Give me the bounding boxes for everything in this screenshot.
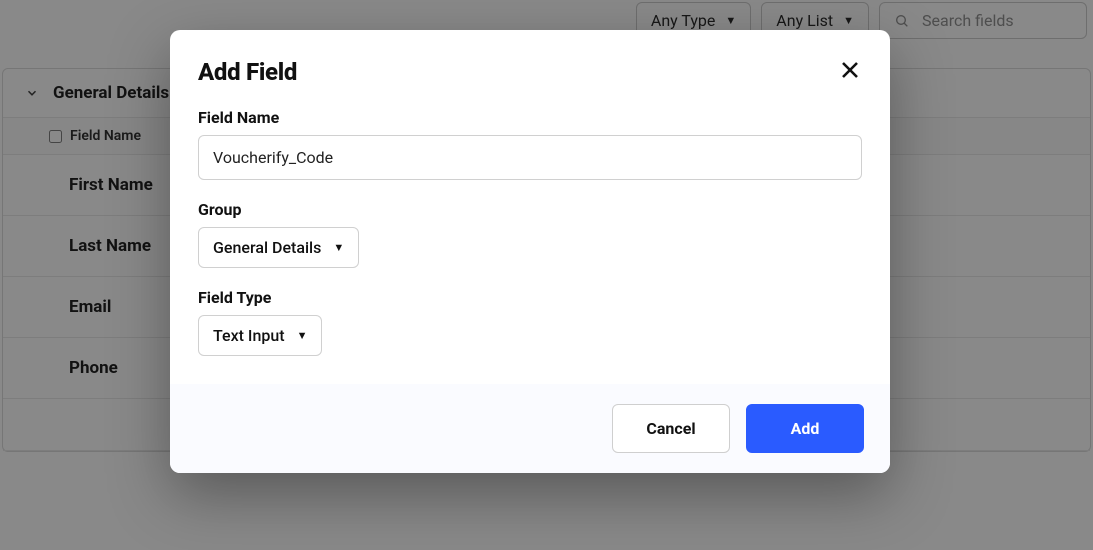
group-select[interactable]: General Details ▼: [198, 227, 359, 268]
modal-body: Field Name Group General Details ▼ Field…: [170, 94, 890, 384]
caret-down-icon: ▼: [297, 329, 308, 342]
field-type-value: Text Input: [213, 326, 285, 345]
field-name-group: Field Name: [198, 108, 862, 180]
field-type-select[interactable]: Text Input ▼: [198, 315, 322, 356]
modal-title: Add Field: [198, 58, 297, 86]
cancel-button[interactable]: Cancel: [612, 404, 730, 453]
caret-down-icon: ▼: [333, 241, 344, 254]
close-icon: [838, 58, 862, 82]
add-label: Add: [791, 419, 820, 438]
group-field-group: Group General Details ▼: [198, 200, 862, 268]
field-type-label: Field Type: [198, 288, 862, 307]
field-type-group: Field Type Text Input ▼: [198, 288, 862, 356]
modal-header: Add Field: [170, 30, 890, 94]
modal-footer: Cancel Add: [170, 384, 890, 473]
group-label: Group: [198, 200, 862, 219]
group-value: General Details: [213, 238, 321, 257]
add-field-modal: Add Field Field Name Group General Detai…: [170, 30, 890, 473]
field-name-label: Field Name: [198, 108, 862, 127]
cancel-label: Cancel: [646, 419, 695, 438]
close-button[interactable]: [838, 58, 862, 86]
add-button[interactable]: Add: [746, 404, 864, 453]
field-name-input[interactable]: [198, 135, 862, 180]
